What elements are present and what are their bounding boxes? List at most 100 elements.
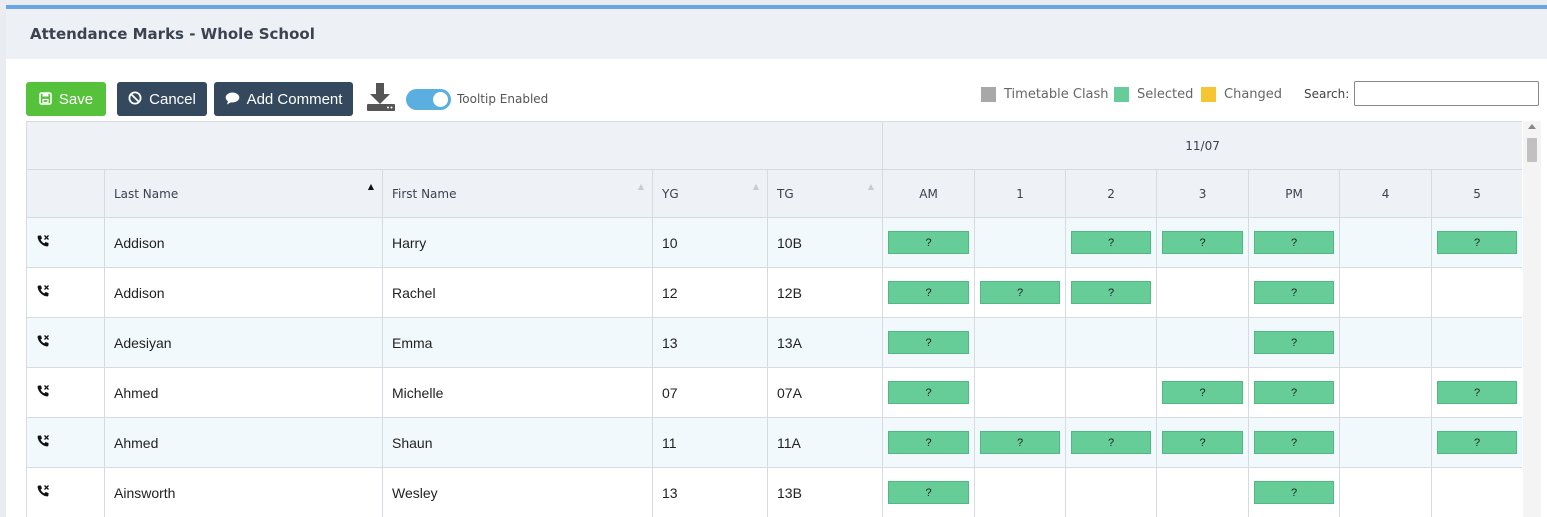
- attendance-cell[interactable]: [1065, 467, 1158, 517]
- scroll-up-arrow-icon[interactable]: [1528, 124, 1536, 129]
- attendance-cell[interactable]: ?: [1248, 417, 1341, 468]
- attendance-mark[interactable]: ?: [980, 431, 1061, 454]
- column-header-yg[interactable]: YG ▲: [652, 169, 768, 218]
- tooltip-toggle[interactable]: [406, 89, 451, 110]
- attendance-cell[interactable]: ?: [974, 417, 1067, 468]
- attendance-cell[interactable]: ?: [882, 217, 976, 268]
- contact-cell[interactable]: [26, 467, 105, 517]
- attendance-cell[interactable]: [1431, 467, 1522, 517]
- period-header-1: 1: [974, 169, 1067, 218]
- attendance-cell[interactable]: [974, 217, 1067, 268]
- attendance-mark[interactable]: ?: [888, 331, 970, 354]
- attendance-cell[interactable]: ?: [1065, 417, 1158, 468]
- attendance-mark[interactable]: ?: [1162, 381, 1244, 404]
- add-comment-button[interactable]: Add Comment: [214, 82, 353, 116]
- attendance-mark[interactable]: ?: [1071, 431, 1152, 454]
- download-icon[interactable]: [364, 80, 398, 114]
- changed-swatch: [1201, 86, 1216, 102]
- attendance-cell[interactable]: [974, 317, 1067, 368]
- attendance-cell[interactable]: ?: [1431, 217, 1522, 268]
- attendance-cell[interactable]: [1156, 467, 1250, 517]
- attendance-mark[interactable]: ?: [1437, 381, 1518, 404]
- contact-cell[interactable]: [26, 267, 105, 318]
- attendance-mark[interactable]: ?: [1254, 381, 1335, 404]
- phone-icon[interactable]: [36, 434, 104, 448]
- attendance-cell[interactable]: ?: [1431, 367, 1522, 418]
- attendance-cell[interactable]: ?: [882, 417, 976, 468]
- table-row[interactable]: Adesiyan Emma 13 13A??: [26, 317, 1522, 368]
- attendance-mark[interactable]: ?: [1254, 231, 1335, 254]
- attendance-cell[interactable]: ?: [1156, 417, 1250, 468]
- attendance-cell[interactable]: ?: [974, 267, 1067, 318]
- attendance-cell[interactable]: ?: [1248, 467, 1341, 517]
- phone-icon[interactable]: [36, 384, 104, 398]
- phone-icon[interactable]: [36, 284, 104, 298]
- attendance-cell[interactable]: [1339, 217, 1433, 268]
- attendance-mark[interactable]: ?: [980, 281, 1061, 304]
- contact-cell[interactable]: [26, 367, 105, 418]
- attendance-cell[interactable]: [974, 367, 1067, 418]
- search-input[interactable]: [1354, 81, 1539, 106]
- attendance-cell[interactable]: [1431, 267, 1522, 318]
- attendance-cell[interactable]: ?: [882, 317, 976, 368]
- attendance-cell[interactable]: ?: [1431, 417, 1522, 468]
- attendance-cell[interactable]: ?: [1248, 267, 1341, 318]
- phone-icon[interactable]: [36, 484, 104, 498]
- attendance-cell[interactable]: [1431, 317, 1522, 368]
- attendance-cell[interactable]: ?: [882, 467, 976, 517]
- attendance-cell[interactable]: ?: [1156, 217, 1250, 268]
- attendance-cell[interactable]: [1339, 367, 1433, 418]
- attendance-cell[interactable]: ?: [1156, 367, 1250, 418]
- attendance-cell[interactable]: ?: [1248, 217, 1341, 268]
- attendance-mark[interactable]: ?: [1254, 331, 1335, 354]
- attendance-cell[interactable]: [1156, 317, 1250, 368]
- attendance-cell[interactable]: [1339, 317, 1433, 368]
- attendance-cell[interactable]: ?: [882, 367, 976, 418]
- attendance-mark[interactable]: ?: [1254, 431, 1335, 454]
- attendance-cell[interactable]: ?: [1248, 367, 1341, 418]
- attendance-cell[interactable]: [1065, 367, 1158, 418]
- table-row[interactable]: Addison Harry 10 10B?????: [26, 217, 1522, 268]
- column-header-last-name[interactable]: Last Name ▲: [104, 169, 383, 218]
- contact-cell[interactable]: [26, 417, 105, 468]
- attendance-mark[interactable]: ?: [1162, 431, 1244, 454]
- attendance-cell[interactable]: [1339, 467, 1433, 517]
- attendance-mark[interactable]: ?: [1162, 231, 1244, 254]
- save-button[interactable]: Save: [26, 82, 106, 116]
- contact-cell[interactable]: [26, 217, 105, 268]
- attendance-mark[interactable]: ?: [1254, 481, 1335, 504]
- attendance-mark[interactable]: ?: [888, 481, 970, 504]
- table-row[interactable]: Addison Rachel 12 12B????: [26, 267, 1522, 318]
- phone-icon[interactable]: [36, 334, 104, 348]
- attendance-cell[interactable]: ?: [1248, 317, 1341, 368]
- attendance-mark[interactable]: ?: [1437, 231, 1518, 254]
- attendance-cell[interactable]: [1065, 317, 1158, 368]
- cancel-button[interactable]: Cancel: [117, 82, 207, 116]
- attendance-mark[interactable]: ?: [888, 281, 970, 304]
- attendance-mark[interactable]: ?: [1254, 281, 1335, 304]
- table-row[interactable]: Ahmed Michelle 07 07A????: [26, 367, 1522, 418]
- attendance-mark[interactable]: ?: [1437, 431, 1518, 454]
- phone-icon[interactable]: [36, 234, 104, 248]
- cell-first-name: Emma: [382, 317, 653, 368]
- column-header-first-name[interactable]: First Name ▲: [382, 169, 653, 218]
- attendance-mark[interactable]: ?: [1071, 281, 1152, 304]
- attendance-mark[interactable]: ?: [888, 231, 970, 254]
- attendance-cell[interactable]: ?: [882, 267, 976, 318]
- vertical-scrollbar[interactable]: [1523, 121, 1541, 517]
- attendance-mark[interactable]: ?: [1071, 231, 1152, 254]
- contact-cell[interactable]: [26, 317, 105, 368]
- attendance-mark[interactable]: ?: [888, 381, 970, 404]
- table-row[interactable]: Ainsworth Wesley 13 13B??: [26, 467, 1522, 517]
- attendance-cell[interactable]: ?: [1065, 267, 1158, 318]
- attendance-cell[interactable]: ?: [1065, 217, 1158, 268]
- column-header-tg[interactable]: TG ▲: [766, 169, 884, 218]
- attendance-cell[interactable]: [1339, 417, 1433, 468]
- attendance-cell[interactable]: [1339, 267, 1433, 318]
- table-row[interactable]: Ahmed Shaun 11 11A??????: [26, 417, 1522, 468]
- attendance-mark[interactable]: ?: [888, 431, 970, 454]
- attendance-cell[interactable]: [974, 467, 1067, 517]
- column-label: TG: [777, 186, 794, 201]
- attendance-cell[interactable]: [1156, 267, 1250, 318]
- scroll-thumb[interactable]: [1527, 138, 1537, 162]
